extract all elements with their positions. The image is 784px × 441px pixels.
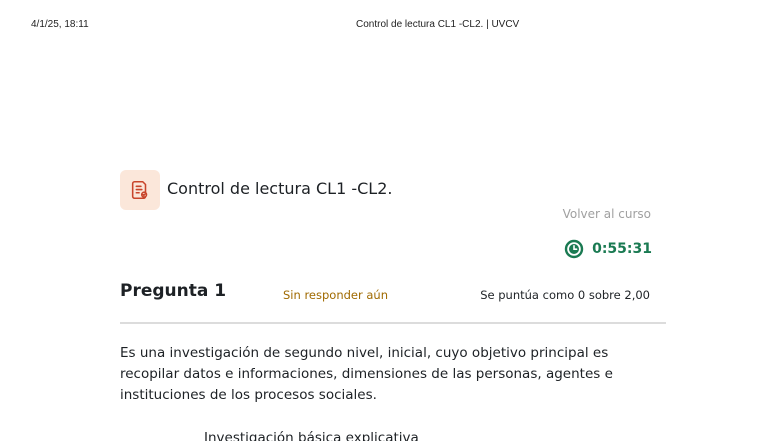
question-text: Es una investigación de segundo nivel, i…: [120, 345, 613, 403]
quiz-page: 4/1/25, 18:11 Control de lectura CL1 -CL…: [0, 0, 784, 441]
divider: [120, 322, 666, 324]
quiz-timer: 0:55:31: [564, 239, 652, 259]
timer-value: 0:55:31: [592, 241, 652, 257]
question-title: Pregunta 1: [120, 281, 227, 301]
answer-option-label: Investigación básica explicativa: [204, 430, 419, 441]
print-date: 4/1/25, 18:11: [31, 19, 89, 30]
back-to-course-link[interactable]: Volver al curso: [563, 207, 651, 221]
answer-option[interactable]: Investigación básica explicativa: [130, 430, 419, 441]
activity-title: Control de lectura CL1 -CL2.: [167, 179, 393, 198]
question-grade: Se puntúa como 0 sobre 2,00: [480, 288, 650, 302]
clock-icon: [564, 239, 584, 259]
quiz-document-icon: [120, 170, 160, 210]
print-page-title: Control de lectura CL1 -CL2. | UVCV: [356, 19, 520, 30]
question-state: Sin responder aún: [283, 288, 388, 302]
